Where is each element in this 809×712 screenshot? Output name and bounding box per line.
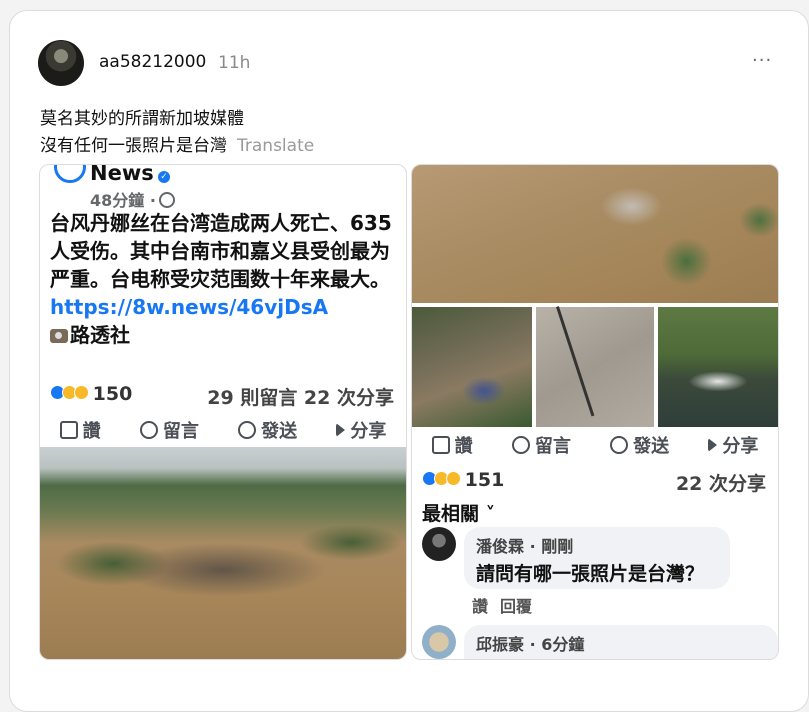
more-options-icon[interactable]: ··· xyxy=(752,50,772,71)
globe-icon xyxy=(158,192,175,208)
comment-button: 留言 xyxy=(511,432,571,458)
messenger-icon xyxy=(238,421,257,439)
comment-text: 請問有哪一張照片是台灣？ xyxy=(476,563,705,585)
translate-link[interactable]: Translate xyxy=(237,136,314,156)
comment-bubble: 潘俊霖 · 剛剛 請問有哪一張照片是台灣？ xyxy=(464,527,730,589)
wow-reaction-icon xyxy=(446,471,461,486)
comment-label: 留言 xyxy=(534,436,571,457)
rope-photo xyxy=(536,307,654,427)
post-link: https://8w.news/46vjDsA xyxy=(50,295,329,319)
comment-reply-link: 回覆 xyxy=(500,597,533,616)
like-button: 讚 xyxy=(431,432,473,458)
comment-icon xyxy=(139,421,158,439)
commenter-name: 邱振豪 · 6分鐘 xyxy=(476,635,585,654)
left-screenshot[interactable]: News ✓ 48分鐘 · 台风丹娜丝在台湾造成两人死亡、635人受伤。其中台南… xyxy=(39,164,407,660)
like-label: 讚 xyxy=(82,421,101,442)
comment-button: 留言 xyxy=(139,417,199,443)
like-button: 讚 xyxy=(59,417,101,443)
flood-photo xyxy=(40,447,406,659)
share-count: 22 次分享 xyxy=(675,473,766,495)
verified-icon: ✓ xyxy=(158,171,170,183)
reaction-count: 151 xyxy=(464,469,505,491)
right-screenshot[interactable]: 讚 留言 發送 分享 151 22 次分享 最相關 ˅ 潘俊霖 · 剛剛 請問有… xyxy=(411,164,779,660)
thumbs-up-icon xyxy=(431,436,450,454)
flood-aerial-photo xyxy=(412,165,778,303)
comment-like-link: 讚 xyxy=(472,597,489,616)
comment-sort: 最相關 ˅ xyxy=(422,503,496,525)
share-label: 分享 xyxy=(350,421,387,442)
send-button: 發送 xyxy=(238,417,297,443)
avatar[interactable] xyxy=(38,40,84,86)
messenger-icon xyxy=(610,436,629,454)
comment-icon xyxy=(511,436,530,454)
body-text: 台风丹娜丝在台湾造成两人死亡、635人受伤。其中台南市和嘉义县受创最为严重。台电… xyxy=(50,211,392,291)
commenter-avatar xyxy=(422,527,456,561)
commenter-name: 潘俊霖 · 剛剛 xyxy=(476,537,574,556)
reactions: 151 xyxy=(422,469,504,491)
caption-line-2: 沒有任何一張照片是台灣 Translate xyxy=(40,131,314,156)
like-label: 讚 xyxy=(454,436,473,457)
action-bar: 讚 留言 發送 分享 xyxy=(412,432,778,458)
send-label: 發送 xyxy=(261,421,298,442)
comment-share-counts: 29 則留言 22 次分享 xyxy=(207,387,394,409)
news-logo-icon xyxy=(54,165,86,183)
wow-reaction-icon xyxy=(74,385,89,400)
action-bar: 讚 留言 發送 分享 xyxy=(40,417,406,443)
reaction-count: 150 xyxy=(92,383,133,405)
page-name: News xyxy=(90,164,154,185)
post-time: 11h xyxy=(218,53,251,73)
share-icon xyxy=(708,438,718,452)
reactions: 150 xyxy=(50,383,132,405)
share-label: 分享 xyxy=(722,436,759,457)
post-meta: 48分鐘 · xyxy=(90,187,175,211)
send-button: 發送 xyxy=(610,432,669,458)
caption-text: 沒有任何一張照片是台灣 xyxy=(40,136,227,156)
share-icon xyxy=(336,423,346,437)
send-label: 發送 xyxy=(633,436,670,457)
caption-line-1: 莫名其妙的所謂新加坡媒體 xyxy=(40,109,244,129)
meta-text: 48分鐘 · xyxy=(90,191,156,210)
thumbs-up-icon xyxy=(59,421,78,439)
share-button: 分享 xyxy=(336,417,386,443)
share-button: 分享 xyxy=(708,432,758,458)
submerged-car-photo xyxy=(658,307,778,427)
camera-icon xyxy=(50,329,68,343)
comment-label: 留言 xyxy=(162,421,199,442)
comment-bubble: 邱振豪 · 6分鐘 xyxy=(464,625,778,659)
post-body: 台风丹娜丝在台湾造成两人死亡、635人受伤。其中台南市和嘉义县受创最为严重。台电… xyxy=(50,209,396,349)
debris-photo xyxy=(412,307,532,427)
comment-actions: 讚回覆 xyxy=(472,593,544,617)
username[interactable]: aa58212000 xyxy=(99,52,206,72)
commenter-avatar xyxy=(422,625,456,659)
photo-credit: 路透社 xyxy=(70,323,130,347)
